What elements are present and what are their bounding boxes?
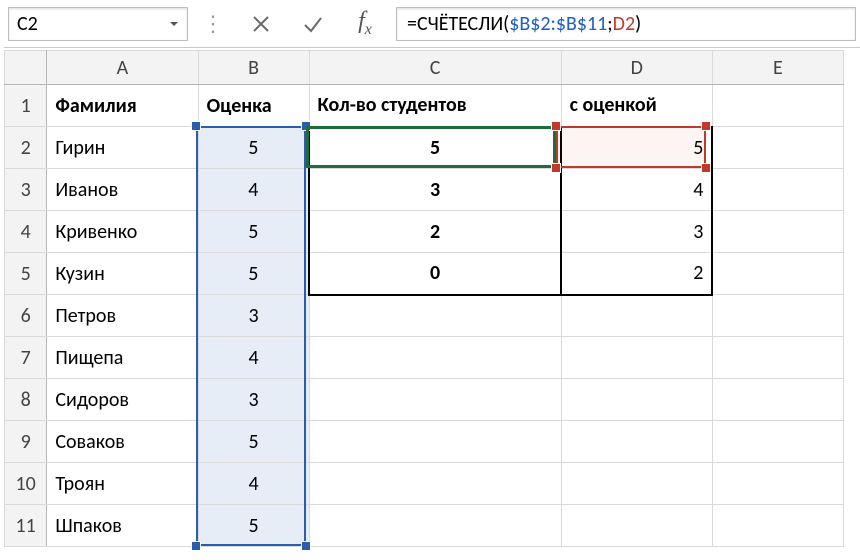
col-header-C[interactable]: C <box>309 51 561 85</box>
cell-B9[interactable]: 5 <box>198 421 309 463</box>
spreadsheet-grid[interactable]: A B C D E 1 Фамилия Оценка Кол-во студен… <box>4 50 860 547</box>
cell-A10[interactable]: Троян <box>47 463 198 505</box>
formula-input[interactable]: =СЧЁТЕСЛИ($B$2:$B$11;D2) <box>396 7 856 41</box>
check-icon <box>302 13 324 35</box>
cell-D1[interactable]: с оценкой <box>561 85 712 127</box>
fx-icon: fx <box>358 8 372 39</box>
cell-B1[interactable]: Оценка <box>198 85 309 127</box>
row-header-5[interactable]: 5 <box>5 253 47 295</box>
cell-C6[interactable] <box>309 295 561 337</box>
cell-D4[interactable]: 3 <box>561 211 712 253</box>
row-header-10[interactable]: 10 <box>5 463 47 505</box>
cell-D11[interactable] <box>561 505 712 547</box>
insert-function-button[interactable]: fx <box>344 7 386 41</box>
row-header-7[interactable]: 7 <box>5 337 47 379</box>
cell-B7[interactable]: 4 <box>198 337 309 379</box>
cell-D9[interactable] <box>561 421 712 463</box>
row-header-1[interactable]: 1 <box>5 85 47 127</box>
row-header-3[interactable]: 3 <box>5 169 47 211</box>
cell-C11[interactable] <box>309 505 561 547</box>
row-header-2[interactable]: 2 <box>5 127 47 169</box>
cell-D7[interactable] <box>561 337 712 379</box>
cell-A2[interactable]: Гирин <box>47 127 198 169</box>
cell-C10[interactable] <box>309 463 561 505</box>
cell-E1[interactable] <box>712 85 843 127</box>
row-header-8[interactable]: 8 <box>5 379 47 421</box>
cell-C9[interactable] <box>309 421 561 463</box>
enter-button[interactable] <box>292 7 334 41</box>
cell-E7[interactable] <box>712 337 843 379</box>
cell-A7[interactable]: Пищепа <box>47 337 198 379</box>
cell-B2[interactable]: 5 <box>198 127 309 169</box>
cell-A8[interactable]: Сидоров <box>47 379 198 421</box>
cell-E8[interactable] <box>712 379 843 421</box>
formula-bar: C2 ⋮ fx =СЧЁТЕСЛИ($B$2:$B$11;D2) <box>4 6 860 48</box>
formula-ref2: D2 <box>613 12 635 36</box>
cell-E11[interactable] <box>712 505 843 547</box>
cell-E10[interactable] <box>712 463 843 505</box>
cells-table: A B C D E 1 Фамилия Оценка Кол-во студен… <box>4 50 844 547</box>
cancel-button[interactable] <box>240 7 282 41</box>
cell-B6[interactable]: 3 <box>198 295 309 337</box>
name-box[interactable]: C2 <box>8 7 188 41</box>
col-header-E[interactable]: E <box>712 51 843 85</box>
cell-B5[interactable]: 5 <box>198 253 309 295</box>
cell-D5[interactable]: 2 <box>561 253 712 295</box>
row-header-4[interactable]: 4 <box>5 211 47 253</box>
cell-E6[interactable] <box>712 295 843 337</box>
cell-C1[interactable]: Кол-во студентов <box>309 85 561 127</box>
cell-B10[interactable]: 4 <box>198 463 309 505</box>
name-box-value: C2 <box>17 12 38 36</box>
col-header-D[interactable]: D <box>561 51 712 85</box>
cell-D2[interactable]: 5 <box>561 127 712 169</box>
cell-C2[interactable]: 5 <box>309 127 561 169</box>
cell-C4[interactable]: 2 <box>309 211 561 253</box>
cell-E5[interactable] <box>712 253 843 295</box>
cell-A4[interactable]: Кривенко <box>47 211 198 253</box>
name-box-dropdown-icon[interactable] <box>163 10 185 38</box>
cell-E9[interactable] <box>712 421 843 463</box>
cell-A11[interactable]: Шпаков <box>47 505 198 547</box>
cell-B3[interactable]: 4 <box>198 169 309 211</box>
cell-D10[interactable] <box>561 463 712 505</box>
cell-C8[interactable] <box>309 379 561 421</box>
cell-D6[interactable] <box>561 295 712 337</box>
cell-C5[interactable]: 0 <box>309 253 561 295</box>
cell-A5[interactable]: Кузин <box>47 253 198 295</box>
cell-A1[interactable]: Фамилия <box>47 85 198 127</box>
cell-C7[interactable] <box>309 337 561 379</box>
formula-ref1: $B$2:$B$11 <box>509 12 607 36</box>
separator-icon: ⋮ <box>198 10 230 37</box>
cell-E3[interactable] <box>712 169 843 211</box>
x-icon <box>251 14 271 34</box>
cell-C3[interactable]: 3 <box>309 169 561 211</box>
cell-D8[interactable] <box>561 379 712 421</box>
cell-A6[interactable]: Петров <box>47 295 198 337</box>
col-header-A[interactable]: A <box>47 51 198 85</box>
select-all-corner[interactable] <box>5 51 47 85</box>
cell-A3[interactable]: Иванов <box>47 169 198 211</box>
col-header-B[interactable]: B <box>198 51 309 85</box>
row-header-6[interactable]: 6 <box>5 295 47 337</box>
row-header-9[interactable]: 9 <box>5 421 47 463</box>
formula-suffix: ) <box>635 12 641 36</box>
cell-A9[interactable]: Соваков <box>47 421 198 463</box>
row-header-11[interactable]: 11 <box>5 505 47 547</box>
cell-E2[interactable] <box>712 127 843 169</box>
formula-prefix: =СЧЁТЕСЛИ( <box>407 12 509 36</box>
cell-B8[interactable]: 3 <box>198 379 309 421</box>
cell-E4[interactable] <box>712 211 843 253</box>
cell-D3[interactable]: 4 <box>561 169 712 211</box>
cell-B4[interactable]: 5 <box>198 211 309 253</box>
cell-B11[interactable]: 5 <box>198 505 309 547</box>
